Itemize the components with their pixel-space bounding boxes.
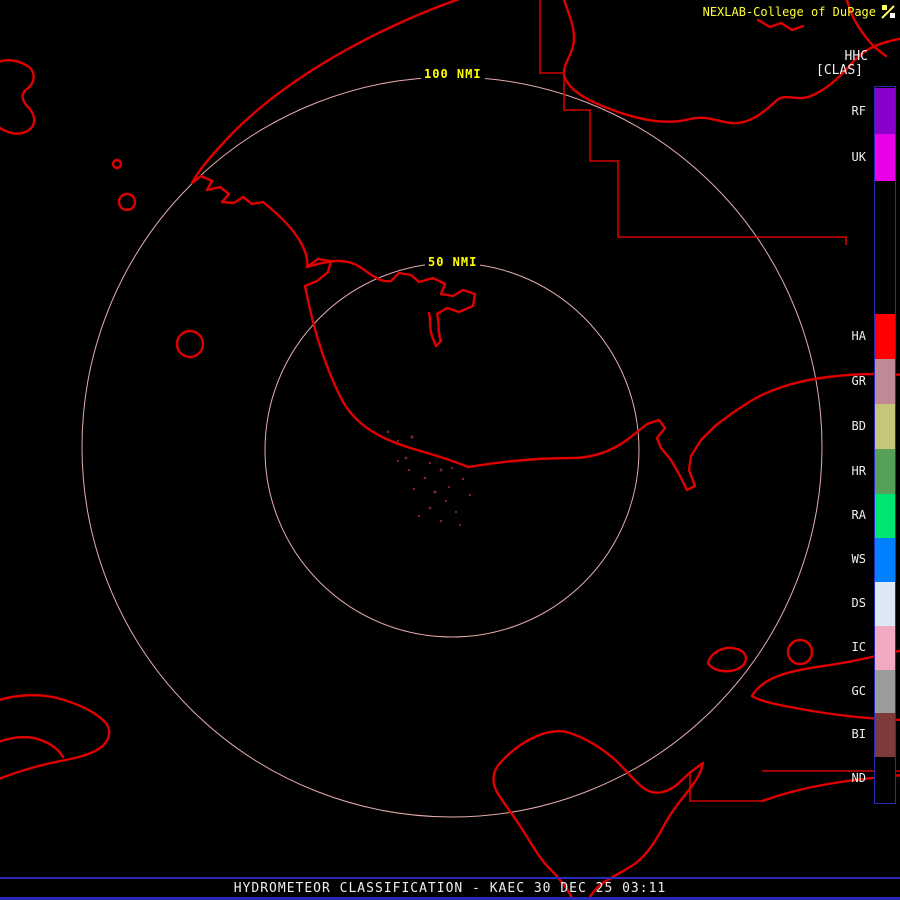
legend-swatch-ds xyxy=(875,582,895,626)
coastlines xyxy=(0,0,900,900)
legend-label-bi: BI xyxy=(851,727,866,741)
legend-swatch-ha xyxy=(875,314,895,359)
range-rings xyxy=(81,76,823,818)
legend-label-bd: BD xyxy=(851,419,866,433)
outer-ring-label: 100 NMI xyxy=(421,67,485,81)
legend-label-ra: RA xyxy=(851,508,866,522)
legend-label-uk: UK xyxy=(851,150,866,164)
legend-swatch-bi xyxy=(875,713,895,757)
legend-swatch-ra xyxy=(875,494,895,538)
footer-divider-top xyxy=(0,877,900,879)
legend-label-gc: GC xyxy=(851,684,866,698)
legend-swatch-uk xyxy=(875,134,895,181)
product-title: HYDROMETEOR CLASSIFICATION - KAEC 30 DEC… xyxy=(233,881,667,896)
brand-text: NEXLAB-College of DuPage xyxy=(702,5,876,19)
legend-swatch-gc xyxy=(875,670,895,713)
radar-screen: 100 NMI 50 NMI NEXLAB-College of DuPage … xyxy=(0,0,900,900)
legend-swatch-ic xyxy=(875,626,895,670)
legend-swatch-gr xyxy=(875,359,895,404)
inner-ring-label: 50 NMI xyxy=(425,255,481,269)
legend-label-nd: ND xyxy=(851,771,866,785)
legend-swatch-nd xyxy=(875,757,895,800)
legend-label-gr: GR xyxy=(851,374,866,388)
brand-icon xyxy=(881,5,895,19)
legend-label-hr: HR xyxy=(851,464,866,478)
legend-swatch-hr xyxy=(875,449,895,494)
legend-label-rf: RF xyxy=(851,104,866,118)
product-mode: [CLAS] xyxy=(816,63,863,78)
radar-map xyxy=(0,0,900,900)
legend-label-ws: WS xyxy=(851,552,866,566)
product-code: HHC xyxy=(844,49,868,64)
legend-swatch-bd xyxy=(875,404,895,449)
legend-label-ha: HA xyxy=(851,329,866,343)
legend-label-ds: DS xyxy=(851,596,866,610)
legend-swatch-ws xyxy=(875,538,895,582)
legend-label-ic: IC xyxy=(851,640,866,654)
legend-colorbar xyxy=(874,86,896,804)
legend-swatch-rf xyxy=(875,88,895,134)
